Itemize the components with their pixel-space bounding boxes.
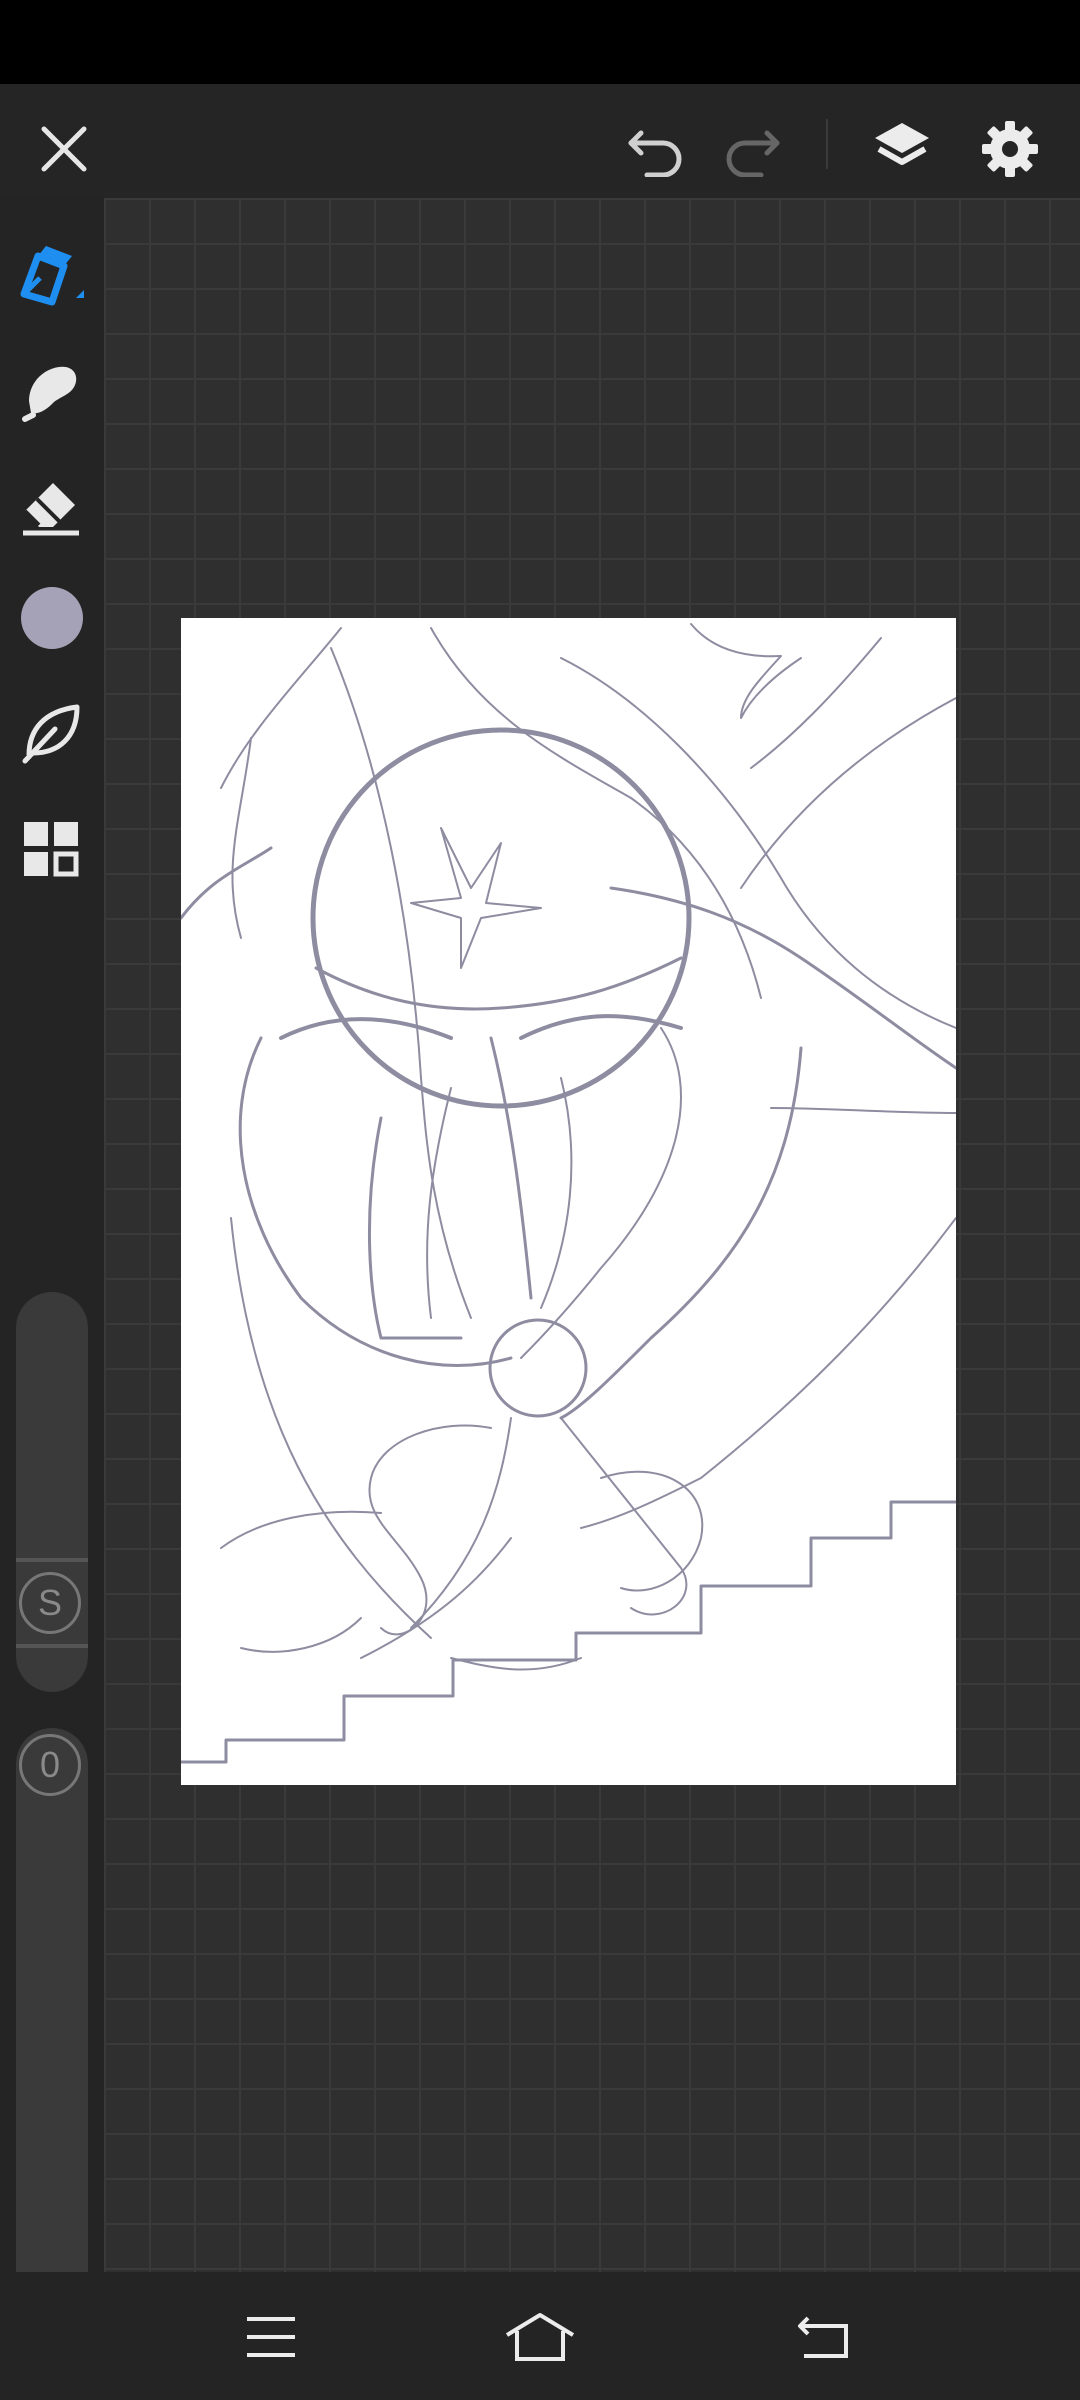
opacity-label: 0 (39, 1744, 61, 1785)
smudge-icon (22, 366, 77, 422)
redo-button[interactable] (712, 109, 792, 189)
undo-icon (628, 130, 682, 177)
redo-icon (726, 130, 780, 177)
opacity-slider[interactable] (16, 1728, 88, 2328)
settings-button[interactable] (970, 109, 1050, 189)
layers-icon (875, 123, 929, 165)
home-icon (505, 2313, 575, 2361)
brush-library-button[interactable] (14, 694, 90, 770)
more-tools-button[interactable] (14, 812, 90, 888)
layers-button[interactable] (862, 109, 942, 189)
navigation-bar (0, 2272, 1080, 2400)
menu-icon (247, 2317, 295, 2357)
grid-icon (24, 822, 79, 877)
sketch-artwork (181, 623, 956, 1764)
close-button[interactable] (24, 109, 104, 189)
brush-size-knob[interactable]: S (19, 1572, 81, 1634)
size-slider-tick-bottom (16, 1644, 88, 1648)
screen: S 0 (0, 0, 1080, 2400)
opacity-knob[interactable]: 0 (19, 1734, 81, 1796)
top-toolbar (0, 84, 1080, 198)
status-bar (0, 0, 1080, 84)
close-icon (41, 126, 87, 172)
eraser-tool-button[interactable] (14, 466, 90, 542)
left-toolbar: S 0 (0, 198, 104, 2328)
back-icon (798, 2316, 848, 2358)
nav-back-button[interactable] (778, 2292, 868, 2382)
drawing-canvas[interactable] (181, 618, 956, 1785)
brush-size-label: S (37, 1582, 62, 1623)
color-swatch (21, 587, 83, 649)
pen-tool-button[interactable] (14, 240, 90, 316)
smudge-tool-button[interactable] (14, 352, 90, 428)
leaf-icon (22, 704, 80, 764)
nav-menu-button[interactable] (226, 2292, 316, 2382)
nav-home-button[interactable] (495, 2292, 585, 2382)
toolbar-divider (826, 119, 828, 169)
eraser-icon (23, 483, 79, 536)
pen-icon (20, 246, 84, 306)
color-picker-button[interactable] (14, 580, 90, 656)
gear-icon (982, 121, 1038, 177)
size-slider-tick-top (16, 1558, 88, 1562)
undo-button[interactable] (616, 109, 696, 189)
